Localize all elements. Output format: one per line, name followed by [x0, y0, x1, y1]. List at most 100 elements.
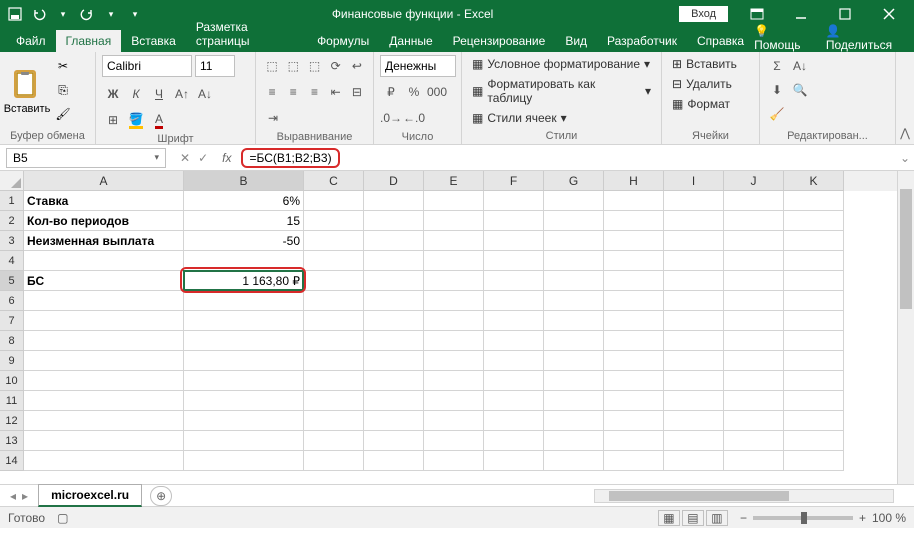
indent-dec-icon[interactable]: ⇤	[326, 81, 346, 103]
font-size-combo[interactable]: 11	[195, 55, 235, 77]
currency-icon[interactable]: ₽	[380, 81, 402, 103]
align-right-icon[interactable]: ≡	[304, 81, 324, 103]
format-painter-icon[interactable]: 🖌	[52, 103, 74, 125]
cell[interactable]	[544, 411, 604, 431]
tab-formulas[interactable]: Формулы	[307, 30, 379, 52]
cell[interactable]	[184, 451, 304, 471]
cell[interactable]	[544, 351, 604, 371]
cell[interactable]	[784, 191, 844, 211]
format-table-button[interactable]: ▦Форматировать как таблицу▾	[468, 75, 655, 107]
fill-icon[interactable]: ⬇	[766, 79, 788, 101]
align-top-icon[interactable]: ⬚	[262, 55, 282, 77]
cell[interactable]	[604, 251, 664, 271]
cut-icon[interactable]: ✂	[52, 55, 74, 77]
cell-styles-button[interactable]: ▦Стили ячеек▾	[468, 109, 655, 127]
cell[interactable]	[784, 451, 844, 471]
cell[interactable]	[364, 411, 424, 431]
row-header[interactable]: 5	[0, 271, 24, 291]
cell[interactable]	[424, 191, 484, 211]
cell[interactable]	[784, 311, 844, 331]
cell[interactable]	[484, 271, 544, 291]
cell[interactable]	[304, 331, 364, 351]
cell[interactable]	[664, 231, 724, 251]
cell[interactable]	[364, 431, 424, 451]
cell[interactable]	[724, 211, 784, 231]
undo-icon[interactable]	[28, 3, 50, 25]
cell[interactable]	[24, 351, 184, 371]
cell[interactable]	[784, 351, 844, 371]
qat-customize-icon[interactable]: ▾	[124, 3, 146, 25]
cell[interactable]	[664, 211, 724, 231]
decimal-inc-icon[interactable]: .0→	[380, 107, 402, 129]
cell[interactable]	[484, 331, 544, 351]
cell[interactable]	[544, 191, 604, 211]
cell[interactable]	[304, 311, 364, 331]
column-header[interactable]: K	[784, 171, 844, 191]
cell[interactable]	[424, 451, 484, 471]
worksheet-grid[interactable]: ABCDEFGHIJK 1234567891011121314 Ставка6%…	[0, 171, 914, 484]
cell[interactable]	[484, 231, 544, 251]
find-icon[interactable]: 🔍	[789, 79, 811, 101]
cell[interactable]	[484, 411, 544, 431]
zoom-out-icon[interactable]: −	[740, 511, 747, 525]
cell[interactable]	[304, 291, 364, 311]
font-grow-icon[interactable]: A↑	[171, 83, 193, 105]
cell[interactable]	[724, 231, 784, 251]
align-bottom-icon[interactable]: ⬚	[304, 55, 324, 77]
cell[interactable]	[364, 191, 424, 211]
cell[interactable]	[484, 371, 544, 391]
tellme-icon[interactable]: 💡 Помощь	[754, 24, 814, 52]
paste-button[interactable]: Вставить	[6, 55, 48, 128]
zoom-slider[interactable]	[753, 516, 853, 520]
cell[interactable]	[544, 251, 604, 271]
cell[interactable]	[484, 451, 544, 471]
tab-layout[interactable]: Разметка страницы	[186, 16, 307, 52]
orientation-icon[interactable]: ⟳	[326, 55, 346, 77]
font-name-combo[interactable]: Calibri	[102, 55, 192, 77]
cell[interactable]: БС	[24, 271, 184, 291]
tab-review[interactable]: Рецензирование	[443, 30, 556, 52]
cell[interactable]	[364, 311, 424, 331]
cell[interactable]	[304, 451, 364, 471]
cell[interactable]	[544, 391, 604, 411]
cell[interactable]	[364, 331, 424, 351]
cell[interactable]	[604, 391, 664, 411]
cell[interactable]	[424, 211, 484, 231]
cell[interactable]	[364, 371, 424, 391]
align-middle-icon[interactable]: ⬚	[283, 55, 303, 77]
cell[interactable]	[24, 291, 184, 311]
cell[interactable]	[424, 231, 484, 251]
cell[interactable]	[784, 251, 844, 271]
cell[interactable]	[784, 411, 844, 431]
cell[interactable]	[424, 271, 484, 291]
conditional-format-button[interactable]: ▦Условное форматирование▾	[468, 55, 655, 73]
decimal-dec-icon[interactable]: ←.0	[403, 107, 425, 129]
row-header[interactable]: 11	[0, 391, 24, 411]
row-header[interactable]: 2	[0, 211, 24, 231]
vertical-scrollbar[interactable]	[897, 171, 914, 484]
cell[interactable]	[784, 231, 844, 251]
cell[interactable]	[484, 191, 544, 211]
cell[interactable]	[724, 351, 784, 371]
percent-icon[interactable]: %	[403, 81, 425, 103]
cell[interactable]	[304, 191, 364, 211]
cell[interactable]	[424, 371, 484, 391]
cell[interactable]	[724, 271, 784, 291]
cell[interactable]	[184, 291, 304, 311]
tab-home[interactable]: Главная	[56, 30, 122, 52]
copy-icon[interactable]: ⎘	[52, 79, 74, 101]
wrap-text-icon[interactable]: ↩	[347, 55, 367, 77]
cell[interactable]	[784, 211, 844, 231]
sheet-nav-first-icon[interactable]: ◂	[10, 489, 16, 503]
cell[interactable]	[664, 451, 724, 471]
tab-insert[interactable]: Вставка	[121, 30, 186, 52]
cell[interactable]	[604, 271, 664, 291]
login-button[interactable]: Вход	[679, 6, 728, 22]
cell[interactable]	[604, 411, 664, 431]
cell[interactable]	[784, 291, 844, 311]
row-header[interactable]: 9	[0, 351, 24, 371]
tab-data[interactable]: Данные	[379, 30, 442, 52]
cell[interactable]	[364, 271, 424, 291]
cell[interactable]	[484, 211, 544, 231]
cell[interactable]	[544, 311, 604, 331]
